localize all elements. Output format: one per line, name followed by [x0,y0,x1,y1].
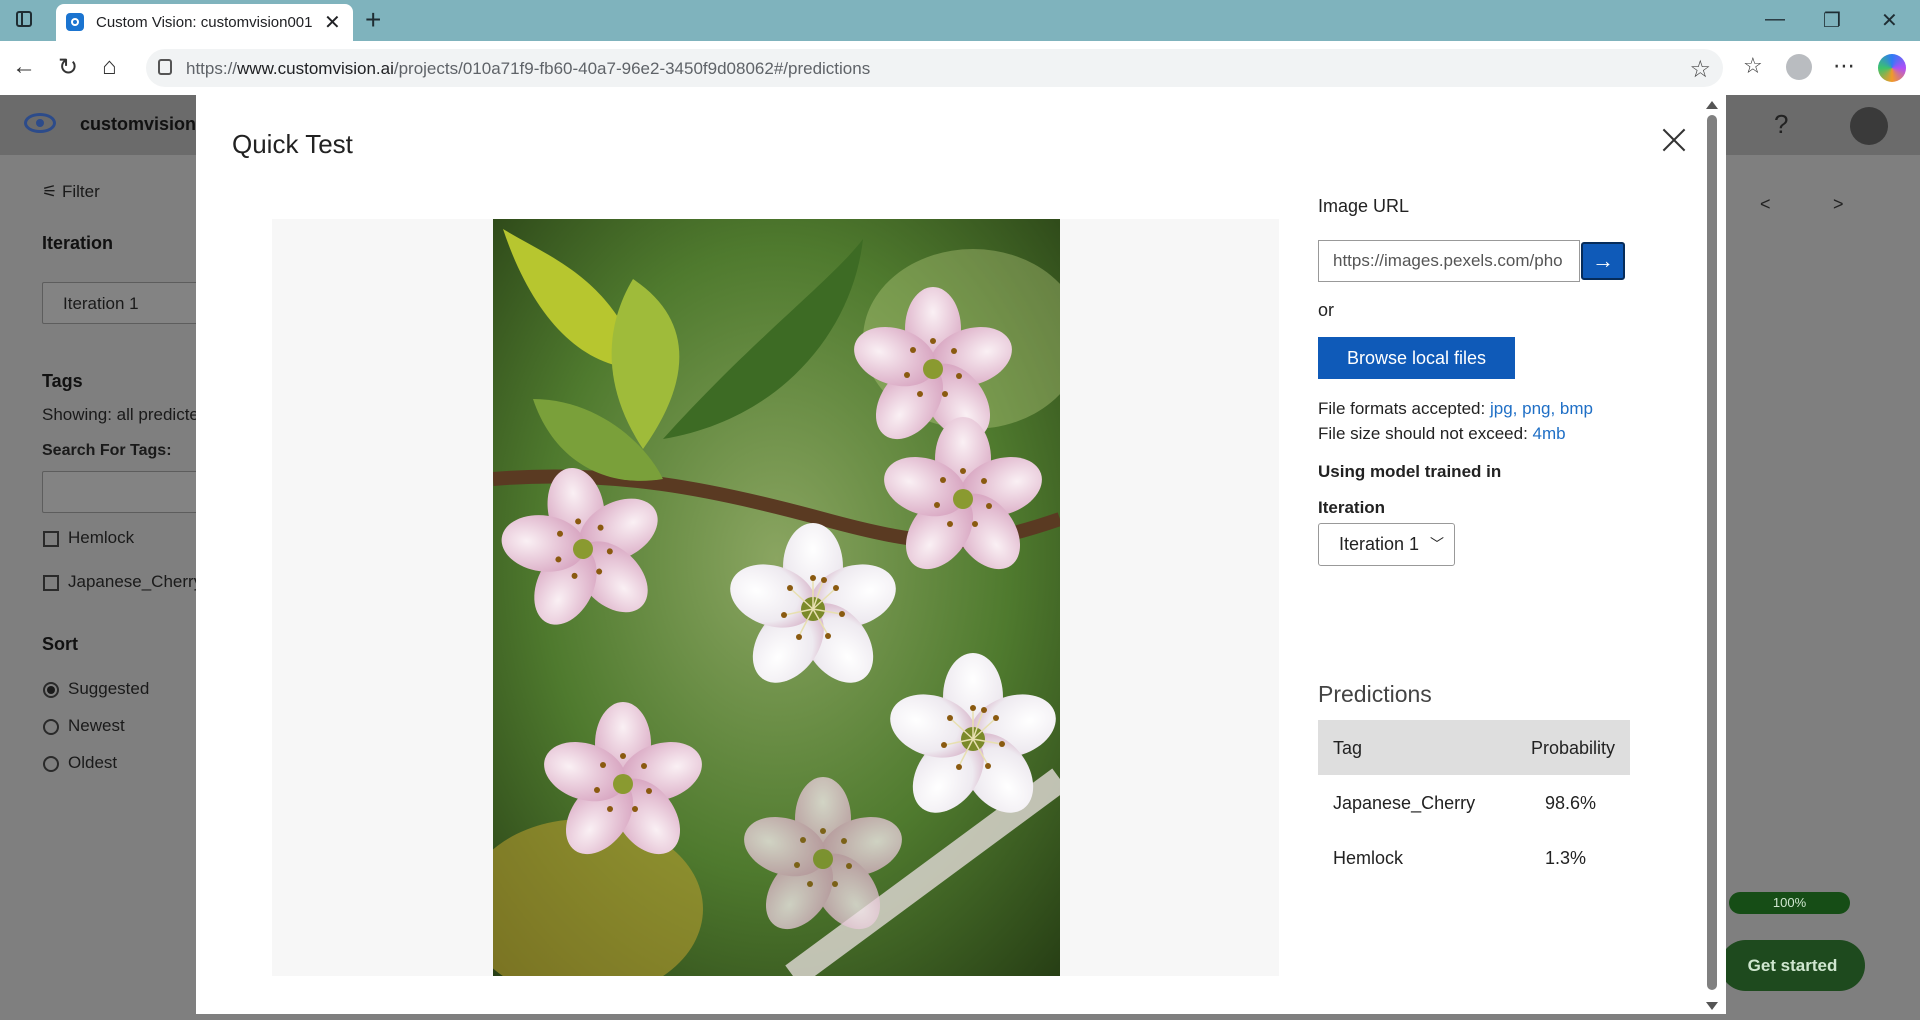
sort-radio-oldest[interactable] [43,756,59,772]
minimize-icon[interactable]: — [1765,8,1785,31]
favorites-icon[interactable]: ☆ [1743,53,1763,79]
chevron-down-icon: ﹀ [1430,536,1444,552]
tag-label-japanese-cherry: Japanese_Cherry [68,572,196,591]
get-started-button[interactable]: Get started [1720,940,1865,991]
browser-toolbar: ← ↻ ⌂ https://www.customvision.ai/projec… [0,41,1920,95]
user-avatar[interactable] [1850,107,1888,145]
browse-local-files-button[interactable]: Browse local files [1318,337,1515,379]
sort-label-suggested: Suggested [68,679,150,698]
site-info-icon[interactable] [158,59,172,75]
browser-tab-bar: Custom Vision: customvision001 · ✕ + — ❐… [0,0,1920,41]
address-url: https://www.customvision.ai/projects/010… [186,59,871,78]
cherry-blossom-photo [493,219,1060,976]
tag-checkbox-hemlock[interactable] [43,531,59,547]
refresh-icon[interactable]: ↻ [58,53,78,82]
sort-heading: Sort [42,634,78,654]
prediction-probability: 1.3% [1545,848,1587,868]
image-url-label: Image URL [1318,196,1410,216]
back-icon[interactable]: ← [12,53,36,81]
profile-avatar-icon[interactable] [1786,54,1812,80]
column-header-tag: Tag [1333,738,1363,758]
tag-checkbox-japanese-cherry[interactable] [43,575,59,591]
prediction-probability: 98.6% [1545,793,1597,813]
file-size-text: File size should not exceed: 4mb [1318,424,1566,443]
sort-label-newest: Newest [68,716,125,735]
iteration-select[interactable]: Iteration 1 ﹀ [1318,523,1455,566]
image-url-input[interactable] [1318,240,1580,282]
file-size-value: 4mb [1532,424,1566,443]
file-formats-value: jpg, png, bmp [1489,399,1593,418]
search-tags-input[interactable] [42,471,202,513]
prediction-tag: Hemlock [1333,848,1404,868]
copilot-icon[interactable] [1878,54,1906,82]
scroll-up-icon[interactable] [1706,101,1718,109]
iteration-heading: Iteration [42,233,114,253]
iteration-dropdown[interactable]: Iteration 1 [42,282,202,324]
iteration-label: Iteration [1318,498,1386,517]
using-model-label: Using model trained in [1318,462,1502,481]
arrow-right-icon: → [1592,248,1614,273]
sort-label-oldest: Oldest [68,753,118,772]
modal-scrollbar[interactable] [1702,95,1726,1014]
next-page-icon[interactable]: > [1833,194,1844,215]
search-tags-label: Search For Tags: [42,442,172,459]
restore-icon[interactable]: ❐ [1823,8,1841,33]
prediction-tag: Japanese_Cherry [1333,793,1476,813]
modal-title: Quick Test [232,129,353,159]
or-label: or [1318,300,1335,320]
tag-label-hemlock: Hemlock [68,528,135,547]
tab-actions-icon[interactable] [16,11,32,27]
training-progress-badge: 100% [1729,892,1850,914]
prev-page-icon[interactable]: < [1760,194,1771,215]
quick-test-modal: Quick Test Image URL https://images.pexe… [196,94,1726,1014]
predictions-title: Predictions [1318,681,1432,707]
column-header-probability: Probability [1531,738,1616,758]
predictions-table-header: Tag Probability [1318,720,1630,775]
filter-icon: ⚟ [42,182,58,201]
help-icon[interactable]: ? [1774,109,1788,140]
favorite-star-icon[interactable]: ☆ [1689,55,1711,84]
more-menu-icon[interactable]: ⋯ [1833,53,1855,79]
file-formats-text: File formats accepted: jpg, png, bmp [1318,399,1593,418]
project-name[interactable]: customvision0 [80,114,206,135]
window-close-icon[interactable]: ✕ [1881,8,1898,33]
table-row: Hemlock 1.3% [1318,830,1630,885]
table-row: Japanese_Cherry 98.6% [1318,775,1630,830]
close-icon[interactable] [1658,124,1690,156]
new-tab-icon[interactable]: + [365,4,381,36]
custom-vision-logo-icon[interactable] [24,113,56,133]
tab-title: Custom Vision: customvision001 · [96,14,316,31]
browser-tab[interactable]: Custom Vision: customvision001 · ✕ [56,4,353,41]
address-bar[interactable]: https://www.customvision.ai/projects/010… [146,49,1723,87]
filter-button[interactable]: ⚟ Filter [42,182,100,202]
tags-heading: Tags [42,371,83,391]
tab-close-icon[interactable]: ✕ [324,10,341,35]
scroll-down-icon[interactable] [1706,1002,1718,1010]
sort-radio-suggested[interactable] [43,682,59,698]
tags-showing-text: Showing: all predicte [42,405,198,424]
home-icon[interactable]: ⌂ [102,53,117,81]
sort-radio-newest[interactable] [43,719,59,735]
custom-vision-favicon-icon [66,13,84,31]
submit-url-button[interactable]: → [1581,242,1625,280]
scrollbar-thumb[interactable] [1707,115,1717,990]
image-preview-area [272,219,1279,976]
